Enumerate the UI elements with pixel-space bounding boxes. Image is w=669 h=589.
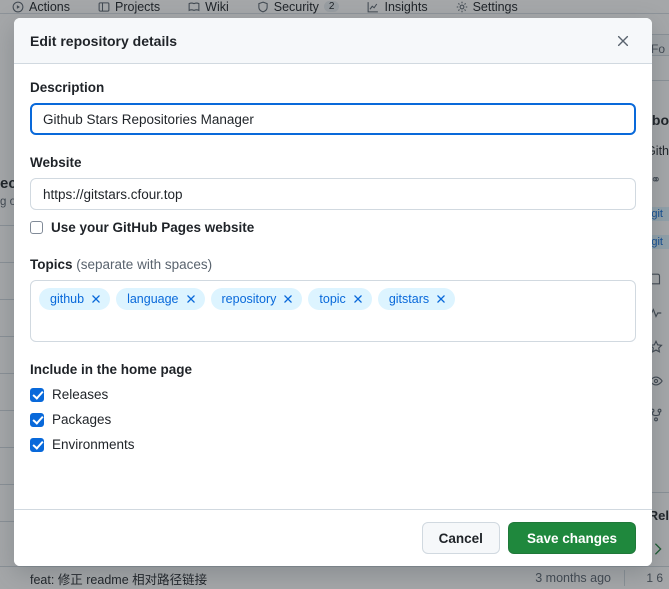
dialog-body: Description Website Use your GitHub Page… xyxy=(14,64,652,509)
topic-chip: language xyxy=(116,288,205,310)
close-button[interactable] xyxy=(610,28,636,54)
home-page-option-row[interactable]: Releases xyxy=(30,387,636,402)
close-icon xyxy=(617,35,629,46)
topic-chip: github xyxy=(39,288,111,310)
home-page-option-label[interactable]: Packages xyxy=(52,412,111,427)
topic-chip-remove-icon[interactable] xyxy=(353,294,363,304)
topics-label-text: Topics xyxy=(30,257,73,272)
description-field-group: Description xyxy=(30,80,636,135)
home-page-field-group: Include in the home page Releases Package… xyxy=(30,362,636,452)
github-pages-label[interactable]: Use your GitHub Pages website xyxy=(51,220,254,235)
topic-chip-label: language xyxy=(127,292,179,306)
topic-chip-remove-icon[interactable] xyxy=(283,294,293,304)
topics-field-group: Topics (separate with spaces) github lang… xyxy=(30,257,636,342)
home-page-option-checkbox[interactable] xyxy=(30,437,44,452)
website-field-group: Website xyxy=(30,155,636,210)
home-page-option-checkbox[interactable] xyxy=(30,387,44,402)
github-pages-checkbox[interactable] xyxy=(30,221,43,234)
website-label: Website xyxy=(30,155,82,170)
description-input[interactable] xyxy=(30,103,636,135)
dialog-footer: Cancel Save changes xyxy=(14,509,652,566)
topic-chip-label: gitstars xyxy=(388,292,430,306)
topics-label: Topics (separate with spaces) xyxy=(30,257,636,272)
topic-chip-label: topic xyxy=(319,292,346,306)
topics-hint: (separate with spaces) xyxy=(76,257,213,272)
topic-chip-remove-icon[interactable] xyxy=(186,294,196,304)
topic-chip: topic xyxy=(308,288,372,310)
topic-chip: gitstars xyxy=(377,288,456,310)
topic-chip-label: repository xyxy=(221,292,277,306)
home-page-option-checkbox[interactable] xyxy=(30,412,44,427)
dialog-title: Edit repository details xyxy=(30,32,178,49)
topic-chip-remove-icon[interactable] xyxy=(91,294,101,304)
save-changes-button[interactable]: Save changes xyxy=(507,522,636,554)
cancel-button[interactable]: Cancel xyxy=(421,522,500,554)
website-input[interactable] xyxy=(30,178,636,210)
topic-chip-remove-icon[interactable] xyxy=(436,294,446,304)
edit-repository-details-dialog: Edit repository details Description Webs… xyxy=(14,18,652,566)
topics-input-box[interactable]: github language repository topic gitstars xyxy=(30,280,636,342)
github-pages-checkbox-row[interactable]: Use your GitHub Pages website xyxy=(30,220,636,235)
home-page-option-label[interactable]: Releases xyxy=(52,387,108,402)
home-page-option-row[interactable]: Environments xyxy=(30,437,636,452)
home-page-option-label[interactable]: Environments xyxy=(52,437,135,452)
home-page-option-row[interactable]: Packages xyxy=(30,412,636,427)
topic-chip: repository xyxy=(210,288,303,310)
description-label: Description xyxy=(30,80,105,95)
dialog-header: Edit repository details xyxy=(14,18,652,64)
topic-chip-label: github xyxy=(50,292,85,306)
home-page-label: Include in the home page xyxy=(30,362,193,377)
